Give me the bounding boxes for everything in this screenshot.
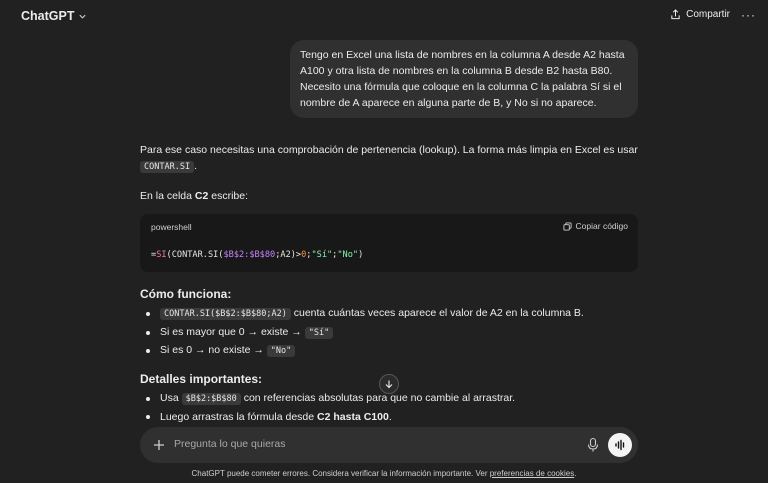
inline-code: "Sí" <box>304 327 334 339</box>
answer-cell-instruction: En la celda C2 escribe: <box>140 188 638 204</box>
code-token-range: $B$2:$B$80 <box>223 250 276 260</box>
brand-label: ChatGPT <box>21 9 75 23</box>
chevron-down-icon <box>79 14 87 19</box>
code-token: (CONTAR.SI( <box>166 250 224 260</box>
arrow-down-icon <box>385 380 393 389</box>
bullet-dot <box>146 311 150 316</box>
list-item: Si es 0 → no existe → "No" <box>146 342 296 359</box>
cell-prefix: En la celda <box>140 190 195 202</box>
list-item-text: cuenta cuántas veces aparece el valor de… <box>290 307 584 319</box>
answer-intro-text: Para ese caso necesitas una comprobación… <box>140 144 638 156</box>
code-token: ;A2)> <box>275 250 302 260</box>
bullet-dot <box>146 415 150 419</box>
list-item: CONTAR.SI($B$2:$B$80;A2) cuenta cuántas … <box>146 305 584 322</box>
code-token-string: "No" <box>337 250 359 260</box>
bullet-dot <box>146 348 150 353</box>
share-label: Compartir <box>686 9 730 20</box>
message-composer[interactable]: Pregunta lo que quieras <box>140 427 638 463</box>
user-message-bubble: Tengo en Excel una lista de nombres en l… <box>290 40 638 118</box>
disclaimer-text: ChatGPT puede cometer errores. Considera… <box>191 469 490 478</box>
more-options-button[interactable]: ··· <box>741 8 756 22</box>
inline-code: CONTAR.SI($B$2:$B$80;A2) <box>160 308 291 320</box>
bullet-dot <box>146 330 150 335</box>
code-token: ) <box>358 250 364 260</box>
copy-code-button[interactable]: Copiar código <box>562 221 628 231</box>
copy-icon <box>562 221 572 231</box>
cell-suffix: escribe: <box>208 190 248 202</box>
disclaimer-end: . <box>574 469 577 478</box>
answer-intro: Para ese caso necesitas una comprobación… <box>140 142 638 175</box>
code-language-label: powershell <box>151 222 192 232</box>
waveform-icon <box>615 439 625 451</box>
voice-mode-button[interactable] <box>608 433 632 457</box>
list-item: Si es mayor que 0 → existe → "Sí" <box>146 324 334 341</box>
answer-intro-end: . <box>194 160 197 172</box>
share-button[interactable]: Compartir <box>670 9 730 20</box>
prompt-input[interactable]: Pregunta lo que quieras <box>174 438 286 450</box>
inline-code: "No" <box>266 345 296 357</box>
list-item-pre: Usa <box>160 392 182 404</box>
copy-code-label: Copiar código <box>575 221 628 231</box>
list-item-text: Si es 0 → no existe → <box>160 344 267 356</box>
plus-icon[interactable] <box>152 438 166 452</box>
list-item-text: Si es mayor que 0 → existe → <box>160 326 305 338</box>
microphone-icon[interactable] <box>586 437 600 453</box>
cell-bold: C2 <box>194 190 209 202</box>
list-item-text: con referencias absolutas para que no ca… <box>240 392 516 404</box>
disclaimer-footer: ChatGPT puede cometer errores. Considera… <box>0 469 768 478</box>
how-it-works-heading: Cómo funciona: <box>140 287 232 301</box>
inline-code: $B$2:$B$80 <box>181 393 241 405</box>
model-selector[interactable]: ChatGPT <box>21 9 87 23</box>
inline-code: CONTAR.SI <box>140 161 195 173</box>
bullet-dot <box>146 396 150 401</box>
list-item: Luego arrastras la fórmula desde C2 hast… <box>146 409 392 425</box>
top-bar: ChatGPT Compartir ··· <box>0 0 768 32</box>
important-details-heading: Detalles importantes: <box>140 372 263 386</box>
code-line: =SI(CONTAR.SI($B$2:$B$80;A2)>0;"Sí";"No"… <box>151 250 363 260</box>
code-block: powershell Copiar código =SI(CONTAR.SI($… <box>140 214 638 272</box>
cookie-preferences-link[interactable]: preferencias de cookies <box>490 469 575 478</box>
code-token-string: "Sí" <box>311 250 333 260</box>
share-icon <box>671 9 680 20</box>
list-item-bold: C2 hasta C100 <box>317 411 389 423</box>
list-item-text: . <box>388 411 392 423</box>
list-item-pre: Luego arrastras la fórmula desde <box>160 411 318 423</box>
scroll-down-button[interactable] <box>379 374 399 394</box>
list-item: Usa $B$2:$B$80 con referencias absolutas… <box>146 390 515 407</box>
code-token-function: SI <box>156 250 167 260</box>
